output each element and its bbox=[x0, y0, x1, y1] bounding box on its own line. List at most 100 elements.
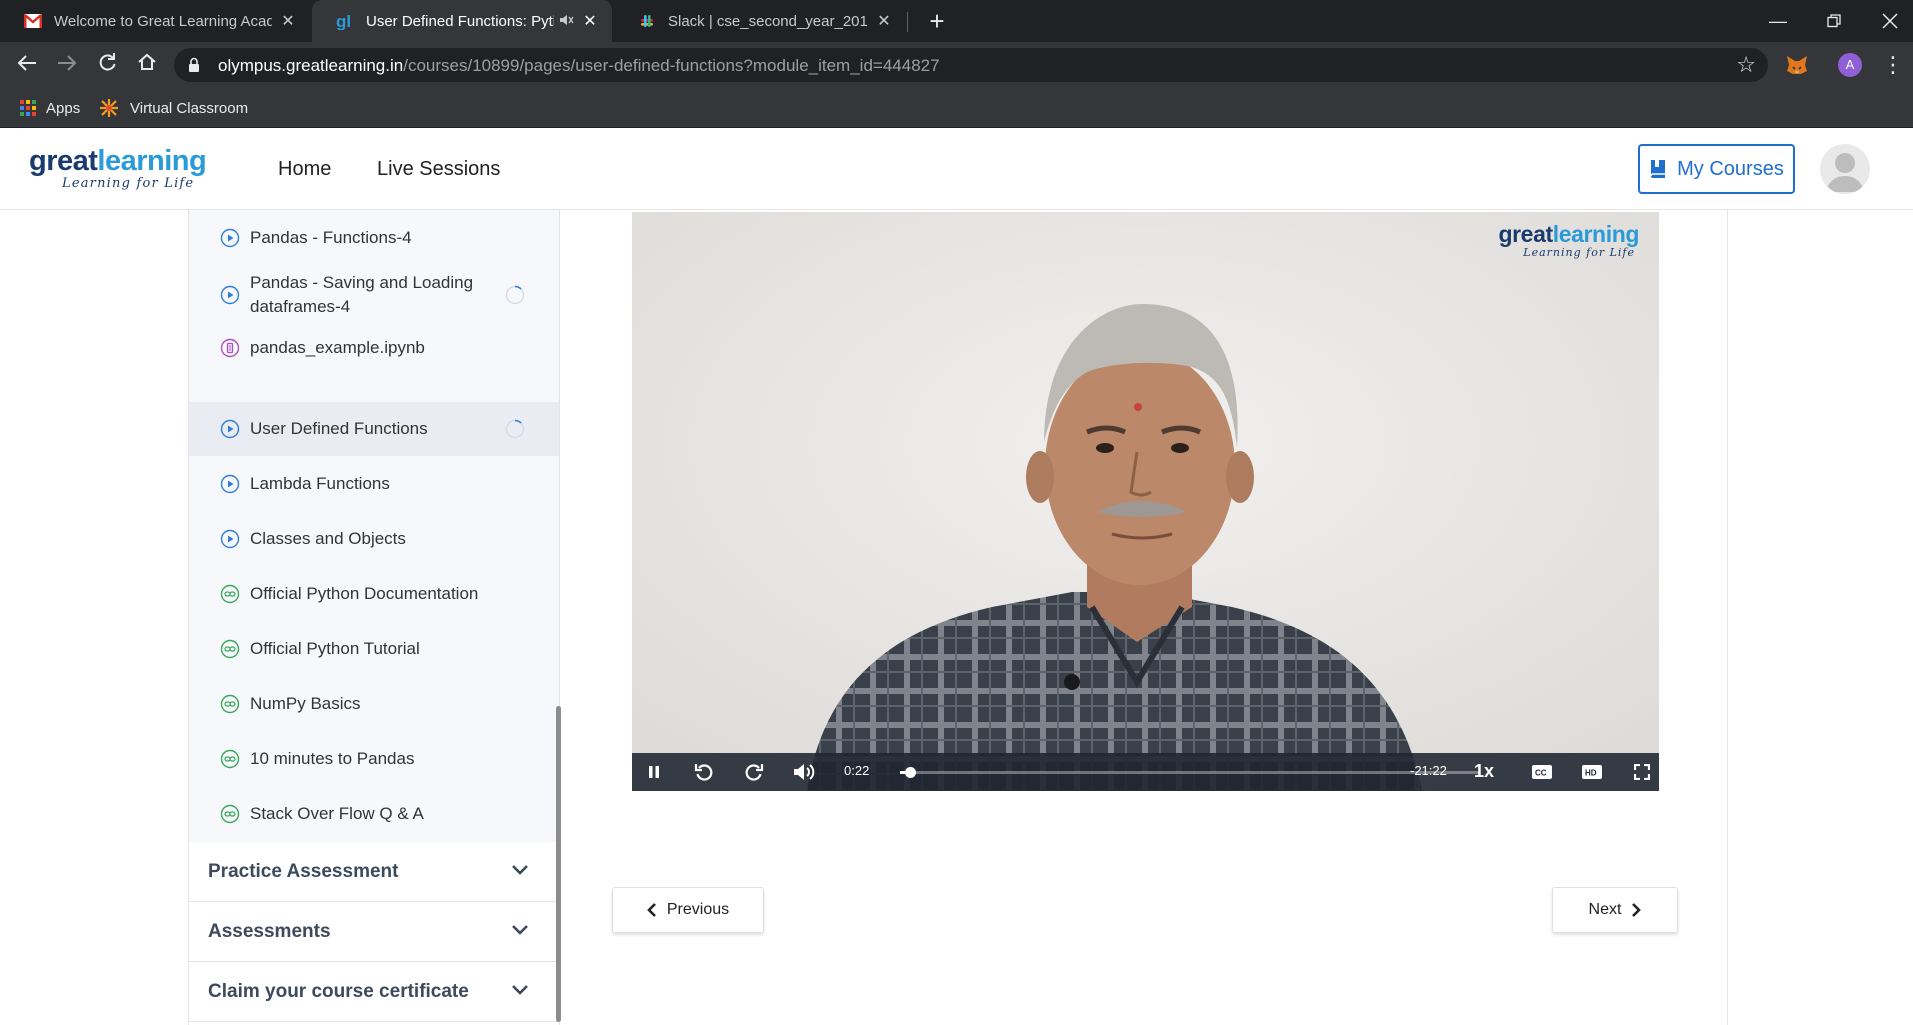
tab-gmail[interactable]: Welcome to Great Learning Academy ✕ bbox=[0, 0, 310, 42]
tab-separator bbox=[907, 12, 908, 32]
url-path: /courses/10899/pages/user-defined-functi… bbox=[403, 56, 940, 75]
chevron-left-icon bbox=[647, 902, 657, 918]
volume-icon[interactable] bbox=[792, 760, 816, 784]
back-icon[interactable] bbox=[12, 50, 42, 80]
url-text: olympus.greatlearning.in/courses/10899/p… bbox=[218, 56, 940, 76]
module-item-label: NumPy Basics bbox=[250, 694, 361, 713]
fullscreen-icon[interactable] bbox=[1630, 760, 1654, 784]
new-tab-button[interactable]: + bbox=[922, 6, 952, 36]
section-assessments[interactable]: Assessments bbox=[189, 902, 559, 962]
bookmarks-bar: Apps Virtual Classroom bbox=[0, 88, 1913, 128]
tab-title: Slack | cse_second_year_2019_2023 bbox=[668, 12, 868, 30]
progress-spinner-icon bbox=[505, 419, 525, 439]
bookmark-virtual-classroom[interactable]: Virtual Classroom bbox=[98, 96, 248, 120]
module-item-label: Pandas - Functions-4 bbox=[250, 228, 412, 247]
module-item[interactable]: pandas_example.ipynb bbox=[189, 330, 559, 366]
closed-captions-icon[interactable]: CC bbox=[1530, 760, 1554, 784]
next-button[interactable]: Next bbox=[1552, 887, 1678, 933]
section-label: Claim your course certificate bbox=[208, 980, 469, 1002]
reload-icon[interactable] bbox=[92, 50, 122, 80]
logo-brand-part: learning bbox=[97, 145, 207, 177]
next-label: Next bbox=[1588, 901, 1622, 918]
minimize-icon[interactable]: — bbox=[1750, 0, 1806, 42]
slack-icon bbox=[638, 12, 656, 30]
module-item-label: Pandas - Saving and Loading dataframes-4 bbox=[250, 273, 474, 316]
logo-brand-part: great bbox=[29, 145, 98, 177]
close-tab-icon[interactable]: ✕ bbox=[876, 11, 892, 31]
progress-spinner-icon bbox=[505, 285, 525, 305]
pause-icon[interactable] bbox=[642, 760, 666, 784]
module-item-list: Pandas - Functions-4 Pandas - Saving and… bbox=[189, 210, 559, 842]
section-practice-assessment[interactable]: Practice Assessment bbox=[189, 842, 559, 902]
module-item[interactable]: Official Python Tutorial bbox=[189, 622, 559, 676]
home-icon[interactable] bbox=[132, 50, 162, 80]
hd-quality-icon[interactable]: HD bbox=[1580, 760, 1604, 784]
close-tab-icon[interactable]: ✕ bbox=[280, 11, 296, 31]
bookmark-label: Apps bbox=[46, 99, 81, 117]
module-item-label: Official Python Documentation bbox=[250, 584, 479, 603]
bookmark-label: Virtual Classroom bbox=[130, 99, 249, 117]
seek-handle[interactable] bbox=[905, 767, 916, 778]
close-window-icon[interactable] bbox=[1862, 0, 1913, 42]
section-label: Practice Assessment bbox=[208, 860, 399, 882]
speaker-muted-icon[interactable] bbox=[560, 14, 574, 29]
metamask-fox-icon[interactable] bbox=[1784, 52, 1810, 78]
video-play-icon bbox=[220, 285, 240, 305]
external-link-icon bbox=[220, 584, 240, 604]
video-play-icon bbox=[220, 419, 240, 439]
seek-bar[interactable] bbox=[900, 767, 1480, 778]
rewind-icon[interactable] bbox=[692, 760, 716, 784]
video-controls: 0:22 -21:22 1x CC HD bbox=[632, 753, 1659, 791]
my-courses-button[interactable]: My Courses bbox=[1638, 144, 1795, 194]
instructor-video-frame bbox=[632, 212, 1659, 791]
module-item-label: Lambda Functions bbox=[250, 474, 390, 493]
nav-home[interactable]: Home bbox=[278, 158, 331, 181]
book-icon bbox=[1649, 158, 1669, 180]
module-item[interactable]: Pandas - Functions-4 bbox=[189, 220, 559, 256]
forward-icon[interactable] bbox=[52, 50, 82, 80]
close-tab-icon[interactable]: ✕ bbox=[582, 11, 598, 31]
url-host: olympus.greatlearning.in bbox=[218, 56, 404, 75]
bookmark-apps[interactable]: Apps bbox=[20, 96, 80, 120]
module-item[interactable]: Stack Over Flow Q & A bbox=[189, 787, 559, 841]
user-avatar[interactable] bbox=[1820, 144, 1870, 194]
module-item-label: pandas_example.ipynb bbox=[250, 338, 425, 357]
module-item[interactable]: NumPy Basics bbox=[189, 677, 559, 731]
chevron-down-icon bbox=[511, 983, 531, 1001]
module-item[interactable]: Official Python Documentation bbox=[189, 567, 559, 621]
restore-icon[interactable] bbox=[1806, 0, 1862, 42]
greatlearning-logo[interactable]: greatlearning Learning for Life bbox=[29, 145, 207, 191]
external-link-icon bbox=[220, 749, 240, 769]
svg-text:HD: HD bbox=[1585, 769, 1597, 778]
previous-button[interactable]: Previous bbox=[612, 887, 764, 933]
notebook-file-icon bbox=[220, 338, 240, 358]
tab-slack[interactable]: Slack | cse_second_year_2019_2023 ✕ bbox=[614, 0, 906, 42]
section-claim-certificate[interactable]: Claim your course certificate bbox=[189, 962, 559, 1022]
tab-user-defined-functions[interactable]: gl User Defined Functions: Python ✕ bbox=[312, 0, 612, 42]
playback-speed-button[interactable]: 1x bbox=[1474, 761, 1494, 782]
video-play-icon bbox=[220, 474, 240, 494]
module-item[interactable]: 10 minutes to Pandas bbox=[189, 732, 559, 786]
fast-forward-icon[interactable] bbox=[742, 760, 766, 784]
chevron-down-icon bbox=[511, 863, 531, 881]
video-play-icon bbox=[220, 529, 240, 549]
address-bar[interactable]: olympus.greatlearning.in/courses/10899/p… bbox=[174, 48, 1768, 82]
profile-avatar[interactable]: A bbox=[1838, 53, 1862, 77]
logo-tagline: Learning for Life bbox=[62, 176, 195, 191]
more-options-icon[interactable]: ⋮ bbox=[1882, 50, 1904, 80]
module-item-active[interactable]: User Defined Functions bbox=[189, 402, 559, 456]
module-item[interactable]: Classes and Objects bbox=[189, 512, 559, 566]
nav-live-sessions[interactable]: Live Sessions bbox=[377, 158, 500, 181]
module-item[interactable]: Lambda Functions bbox=[189, 457, 559, 511]
svg-text:CC: CC bbox=[1535, 769, 1547, 778]
section-label: Assessments bbox=[208, 920, 331, 942]
bookmark-star-icon[interactable]: ☆ bbox=[1736, 52, 1756, 78]
video-player[interactable]: greatlearning Learning for Life 0:22 -21… bbox=[632, 212, 1659, 791]
module-item[interactable]: Pandas - Saving and Loading dataframes-4 bbox=[189, 264, 559, 326]
previous-label: Previous bbox=[666, 901, 730, 918]
tab-title: User Defined Functions: Python bbox=[366, 12, 554, 30]
lock-icon[interactable] bbox=[188, 57, 200, 78]
watermark-tagline: Learning for Life bbox=[1523, 246, 1635, 259]
greatlearning-icon: gl bbox=[336, 12, 354, 30]
browser-toolbar: olympus.greatlearning.in/courses/10899/p… bbox=[0, 42, 1913, 88]
